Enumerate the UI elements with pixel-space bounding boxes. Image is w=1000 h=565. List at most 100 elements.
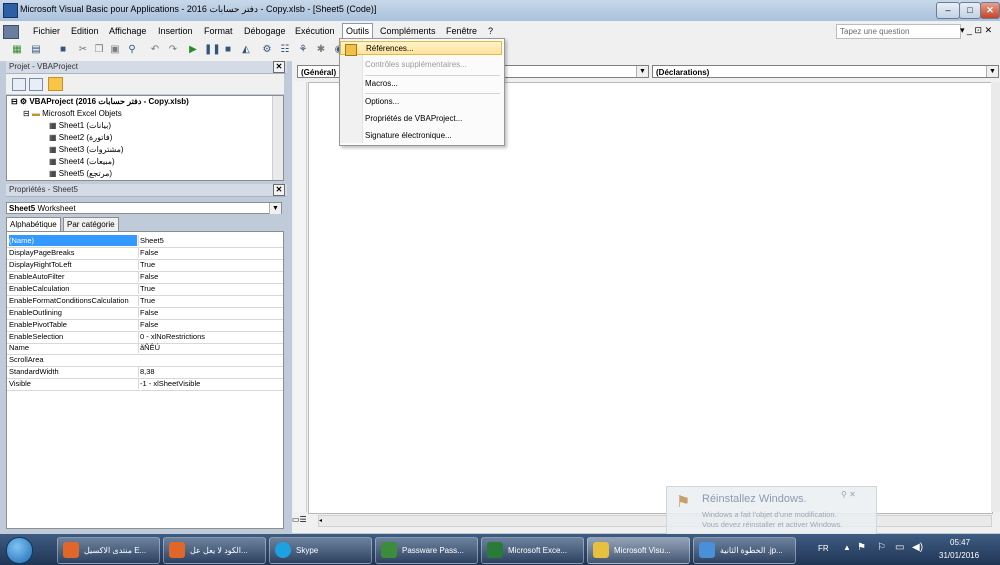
action-center-icon[interactable]: ⚑ (857, 542, 866, 553)
prop-row[interactable]: EnableOutlining False (7, 307, 283, 320)
prop-row[interactable]: DisplayRightToLeft True (7, 259, 283, 272)
undo-icon[interactable]: ↶ (149, 44, 161, 56)
project-explorer-icon[interactable]: ⚙ (261, 44, 273, 56)
tab-par-categorie[interactable]: Par catégorie (63, 217, 119, 231)
taskbar-item-5[interactable]: Microsoft Visu... (587, 537, 690, 564)
clock-time[interactable]: 05:47 (950, 538, 970, 547)
taskbar-item-2[interactable]: Skype (269, 537, 372, 564)
view-code-icon[interactable] (12, 78, 26, 91)
title-bar: Microsoft Visual Basic pour Applications… (0, 0, 1000, 21)
taskbar-item-4[interactable]: Microsoft Exce... (481, 537, 584, 564)
menu-affichage[interactable]: Affichage (109, 26, 146, 36)
tree-vbaproject[interactable]: ⊟ ⚙ VBAProject (2016 دفتر حسابات - Copy.… (11, 97, 189, 106)
project-pane-close-icon[interactable]: ✕ (273, 61, 285, 73)
prop-row[interactable]: EnableCalculation True (7, 283, 283, 296)
menu-insertion[interactable]: Insertion (158, 26, 193, 36)
cut-icon[interactable]: ✂ (77, 44, 89, 56)
view-excel-icon[interactable]: ▦ (11, 44, 23, 56)
horizontal-scrollbar[interactable]: ◂ (318, 515, 992, 527)
copy-icon[interactable]: ❐ (93, 44, 105, 56)
activation-line-1: Windows a fait l'objet d'une modificatio… (702, 510, 837, 519)
paste-icon[interactable]: ▣ (109, 44, 121, 56)
chevron-down-icon[interactable]: ▼ (636, 66, 648, 77)
save-icon[interactable]: ■ (57, 44, 69, 56)
procedure-combo[interactable]: (Déclarations) ▼ (652, 65, 999, 78)
view-toggle-icon[interactable]: ▭☰ (292, 515, 316, 525)
reset-icon[interactable]: ■ (222, 44, 234, 56)
vba-menu-icon[interactable] (3, 25, 19, 39)
project-tree-scrollbar[interactable] (272, 96, 283, 180)
volume-icon[interactable]: ◀) (912, 542, 923, 553)
insert-module-icon[interactable]: ▤ (30, 44, 42, 56)
pause-icon[interactable]: ❚❚ (204, 44, 221, 56)
prop-row[interactable]: ScrollArea (7, 354, 283, 367)
redo-icon[interactable]: ↷ (167, 44, 179, 56)
minimize-button[interactable]: – (936, 2, 960, 19)
menu-execution[interactable]: Exécution (295, 26, 335, 36)
menu-fichier[interactable]: Fichier (33, 26, 60, 36)
design-mode-icon[interactable]: ◭ (240, 44, 252, 56)
tab-alphabetique[interactable]: Alphabétique (6, 217, 61, 231)
activation-close-icon[interactable]: ⚲ ✕ (841, 490, 856, 499)
tree-sheet3[interactable]: ▦ Sheet3 (مشتروات) (49, 145, 124, 154)
toolbox-icon[interactable]: ✱ (315, 44, 327, 56)
toggle-folders-icon[interactable] (48, 77, 63, 91)
prop-row[interactable]: EnableFormatConditionsCalculation True (7, 295, 283, 308)
taskbar-item-3[interactable]: Passware Pass... (375, 537, 478, 564)
menu-format[interactable]: Format (204, 26, 233, 36)
menu-separator (365, 93, 500, 94)
prop-row[interactable]: EnablePivotTable False (7, 319, 283, 332)
code-editor[interactable] (308, 82, 993, 514)
menu-debogage[interactable]: Débogage (244, 26, 286, 36)
window-title: Microsoft Visual Basic pour Applications… (20, 4, 377, 14)
find-icon[interactable]: ⚲ (126, 44, 138, 56)
project-pane-title: Projet - VBAProject (9, 62, 78, 71)
close-button[interactable]: ✕ (980, 2, 1000, 19)
menu-complements[interactable]: Compléments (380, 26, 436, 36)
tree-sheet2[interactable]: ▦ Sheet2 (فاتورة) (49, 133, 112, 142)
tree-excel-objects[interactable]: ⊟ ▬ Microsoft Excel Objets (23, 109, 122, 118)
network-icon[interactable]: ▭ (895, 542, 904, 553)
chevron-down-icon[interactable]: ▼ (986, 66, 998, 77)
tree-sheet4[interactable]: ▦ Sheet4 (مبيعات) (49, 157, 115, 166)
properties-window-icon[interactable]: ☷ (279, 44, 291, 56)
menu-item-references[interactable]: Références... (340, 41, 502, 56)
view-object-icon[interactable] (29, 78, 43, 91)
properties-pane-close-icon[interactable]: ✕ (273, 184, 285, 196)
prop-row[interactable]: Name ãÑÊÚ (7, 342, 283, 355)
menu-help[interactable]: ? (488, 26, 493, 36)
menu-item-macros[interactable]: Macros... (340, 77, 502, 91)
vba-app-icon[interactable] (3, 3, 18, 18)
maximize-button[interactable]: □ (959, 2, 981, 19)
menu-separator (365, 75, 500, 76)
menu-item-signature[interactable]: Signature électronique... (340, 129, 502, 143)
menu-outils[interactable]: Outils (342, 23, 374, 39)
mdi-controls[interactable]: ▾ _ ⊡ ✕ (960, 25, 992, 36)
prop-row[interactable]: EnableAutoFilter False (7, 271, 283, 284)
clock-date[interactable]: 31/01/2016 (939, 551, 979, 560)
prop-row[interactable]: DisplayPageBreaks False (7, 247, 283, 260)
tree-sheet5[interactable]: ▦ Sheet5 (مرتجع) (49, 169, 112, 178)
tree-sheet1[interactable]: ▦ Sheet1 (بيانات) (49, 121, 111, 130)
taskbar-item-6[interactable]: الخطوة الثانية .jp... (693, 537, 796, 564)
taskbar-item-0[interactable]: منتدى الاكسيل E... (57, 537, 160, 564)
vertical-scrollbar[interactable] (991, 82, 1000, 512)
menu-item-controles[interactable]: Contrôles supplémentaires... (340, 58, 502, 72)
prop-row[interactable]: (Name) Sheet5 (7, 235, 283, 248)
menu-item-proprietes[interactable]: Propriétés de VBAProject... (340, 112, 502, 126)
language-indicator[interactable]: FR (818, 544, 829, 553)
start-button[interactable] (6, 537, 33, 564)
object-browser-icon[interactable]: ⚘ (297, 44, 309, 56)
prop-row[interactable]: Visible -1 - xlSheetVisible (7, 378, 283, 391)
menu-item-options[interactable]: Options... (340, 95, 502, 109)
menu-fenetre[interactable]: Fenêtre (446, 26, 477, 36)
question-input[interactable]: Tapez une question (836, 24, 961, 39)
flag-alert-icon[interactable]: ⚐ (877, 542, 886, 553)
prop-row[interactable]: StandardWidth 8,38 (7, 366, 283, 379)
menu-edition[interactable]: Edition (71, 26, 99, 36)
show-hidden-icons-icon[interactable]: ▲ (843, 543, 851, 552)
object-selector[interactable]: Sheet5 Worksheet ▼ (6, 202, 282, 214)
run-icon[interactable]: ▶ (187, 44, 199, 56)
chevron-down-icon[interactable]: ▼ (269, 203, 281, 214)
taskbar-item-1[interactable]: الكود لا يعل عل... (163, 537, 266, 564)
